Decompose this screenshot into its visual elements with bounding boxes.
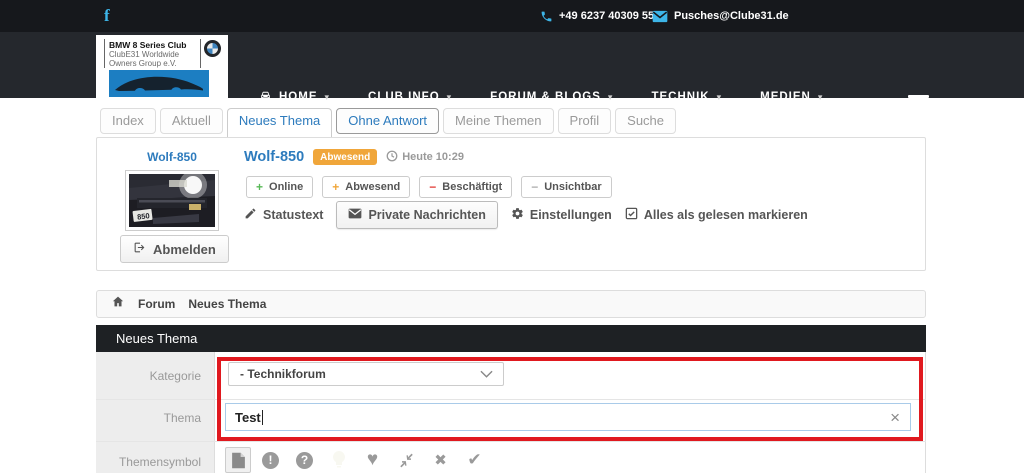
thread-symbol-options: ! ? ♥ ✖ ✔ — [261, 447, 484, 473]
logout-button[interactable]: Abmelden — [120, 235, 229, 263]
svg-text:850: 850 — [137, 211, 151, 221]
phone-contact[interactable]: +49 6237 40309 55 — [540, 0, 654, 32]
logo-subtitle2: Owners Group e.V. — [109, 59, 196, 68]
email-contact[interactable]: Pusches@Clube31.de — [652, 0, 789, 32]
nav-item-technik[interactable]: TECHNIK▾ — [651, 91, 722, 103]
bmw-roundel-icon — [204, 40, 221, 57]
status-unsichtbar-button[interactable]: − Unsichtbar — [521, 176, 611, 198]
thema-input[interactable]: Test × — [225, 403, 911, 431]
status-online-button[interactable]: + Online — [246, 176, 313, 198]
symbol-question-icon[interactable]: ? — [295, 452, 314, 469]
last-seen: Heute 10:29 — [386, 150, 464, 165]
tab-ohne-antwort[interactable]: Ohne Antwort — [336, 108, 439, 134]
symbol-heart-icon[interactable]: ♥ — [363, 449, 382, 471]
sign-out-icon — [133, 241, 146, 257]
car-icon — [258, 89, 273, 105]
chevron-down-icon: ▾ — [608, 92, 614, 103]
status-abwesend-button[interactable]: + Abwesend — [322, 176, 410, 198]
avatar[interactable]: 850 — [125, 170, 219, 231]
tab-index[interactable]: Index — [100, 108, 156, 134]
status-badge: Abwesend — [313, 149, 377, 165]
tab-profil[interactable]: Profil — [558, 108, 612, 134]
tab-suche[interactable]: Suche — [615, 108, 676, 134]
nav-item-medien[interactable]: MEDIEN▾ — [760, 91, 823, 103]
tab-neues-thema[interactable]: Neues Thema — [227, 108, 332, 139]
envelope-icon — [348, 208, 362, 222]
private-messages-button[interactable]: Private Nachrichten — [336, 201, 497, 229]
themensymbol-label: Themensymbol — [96, 455, 201, 469]
kategorie-select[interactable]: - Technikforum — [228, 362, 504, 386]
settings-link[interactable]: Einstellungen — [511, 207, 612, 223]
plus-icon: + — [332, 180, 339, 194]
symbol-none-selected[interactable] — [225, 447, 251, 473]
file-icon — [231, 452, 246, 469]
check-square-icon — [625, 207, 638, 223]
tab-meine-themen[interactable]: Meine Themen — [443, 108, 553, 134]
page: f +49 6237 40309 55 Pusches@Clube31.de H… — [0, 0, 1024, 473]
forum-tabs: Index Aktuell Neues Thema Ohne Antwort M… — [100, 108, 676, 139]
symbol-exclamation-icon[interactable]: ! — [261, 452, 280, 469]
row-divider — [96, 441, 926, 442]
nav-item-club-info[interactable]: CLUB INFO▾ — [368, 91, 452, 103]
minus-icon: − — [531, 180, 538, 194]
username-title[interactable]: Wolf-850 — [244, 149, 304, 165]
chevron-down-icon — [480, 370, 493, 378]
user-heading: Wolf-850 Abwesend Heute 10:29 — [244, 149, 464, 165]
envelope-icon — [652, 10, 668, 23]
logo-subtitle: ClubE31 Worldwide — [109, 50, 196, 59]
facebook-icon[interactable]: f — [104, 6, 110, 26]
user-panel: Wolf-850 850 Abmelden — [96, 137, 926, 271]
home-icon[interactable] — [111, 295, 125, 313]
chevron-down-icon: ▾ — [717, 92, 723, 103]
symbol-lightbulb-icon[interactable] — [329, 451, 348, 469]
text-cursor — [262, 410, 263, 425]
form-title-bar: Neues Thema — [96, 325, 926, 352]
breadcrumb: Forum Neues Thema — [96, 290, 926, 318]
user-actions: Statustext Private Nachrichten Einstellu… — [244, 201, 808, 229]
mark-all-read-link[interactable]: Alles als gelesen markieren — [625, 207, 808, 223]
username-link[interactable]: Wolf-850 — [125, 150, 219, 164]
breadcrumb-forum[interactable]: Forum — [138, 297, 175, 311]
thema-input-value: Test — [226, 410, 261, 425]
phone-number: +49 6237 40309 55 — [559, 10, 654, 22]
statustext-link[interactable]: Statustext — [244, 207, 323, 223]
chevron-down-icon: ▾ — [818, 92, 824, 103]
club-logo[interactable]: BMW 8 Series Club ClubE31 Worldwide Owne… — [96, 35, 228, 103]
nav-item-home[interactable]: HOME▾ — [258, 89, 330, 105]
status-buttons: + Online + Abwesend − Beschäftigt − Unsi… — [246, 176, 612, 198]
new-thread-form: Kategorie Thema Themensymbol - Technikfo… — [96, 352, 926, 473]
car-silhouette-image — [109, 70, 209, 97]
clock-icon — [386, 150, 398, 165]
symbol-compress-icon[interactable] — [397, 453, 416, 468]
row-divider — [96, 399, 926, 400]
nav-item-forum-blogs[interactable]: FORUM & BLOGS▾ — [490, 91, 613, 103]
thema-label: Thema — [96, 411, 201, 425]
minus-icon: − — [429, 180, 436, 194]
clear-input-icon[interactable]: × — [890, 409, 900, 426]
email-address: Pusches@Clube31.de — [674, 10, 789, 22]
breadcrumb-neues-thema: Neues Thema — [188, 297, 266, 311]
status-beschaeftigt-button[interactable]: − Beschäftigt — [419, 176, 512, 198]
kategorie-selected-value: - Technikforum — [229, 367, 480, 381]
plus-icon: + — [256, 180, 263, 194]
kategorie-label: Kategorie — [96, 369, 201, 383]
chevron-down-icon: ▾ — [325, 92, 331, 103]
gear-icon — [511, 207, 524, 223]
symbol-check-icon[interactable]: ✔ — [465, 450, 484, 470]
topbar: f +49 6237 40309 55 Pusches@Clube31.de — [0, 0, 1024, 32]
logo-title: BMW 8 Series Club — [109, 40, 196, 50]
hamburger-menu-icon[interactable] — [908, 95, 929, 109]
logo-divider — [200, 39, 201, 68]
tab-aktuell[interactable]: Aktuell — [160, 108, 223, 134]
chevron-down-icon: ▾ — [447, 92, 453, 103]
phone-icon — [540, 10, 553, 23]
pencil-icon — [244, 207, 257, 223]
symbol-x-icon[interactable]: ✖ — [431, 451, 450, 469]
